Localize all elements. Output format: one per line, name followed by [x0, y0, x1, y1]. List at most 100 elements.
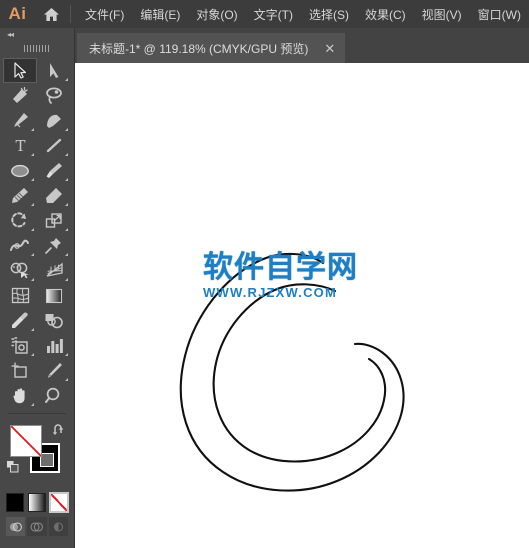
draw-inside-icon — [53, 521, 63, 532]
draw-inside-button[interactable] — [48, 517, 68, 536]
tools-panel: ◂◂ T — [0, 28, 75, 548]
menu-window[interactable]: 窗口(W) — [470, 2, 529, 27]
line-segment-tool[interactable] — [37, 133, 71, 158]
document-tab[interactable]: 未标题-1* @ 119.18% (CMYK/GPU 预览) ✕ — [77, 33, 346, 63]
rotate-tool[interactable] — [3, 208, 37, 233]
pen-icon — [14, 113, 28, 128]
shape-builder-icon — [10, 262, 29, 279]
scale-tool[interactable] — [37, 208, 71, 233]
artboard-icon — [11, 362, 27, 378]
flyout-indicator-icon — [31, 203, 34, 206]
ellipse-icon — [11, 164, 29, 177]
flyout-indicator-icon — [31, 328, 34, 331]
paint-mode-row — [0, 492, 74, 513]
flyout-indicator-icon — [65, 128, 68, 131]
flyout-indicator-icon — [31, 403, 34, 406]
home-icon[interactable] — [35, 7, 68, 22]
blend-tool[interactable] — [37, 308, 71, 333]
type-tool[interactable]: T — [3, 133, 37, 158]
bar-chart-icon — [46, 339, 63, 353]
flyout-indicator-icon — [65, 228, 68, 231]
eraser-tool[interactable] — [37, 183, 71, 208]
shaper-pencil-icon — [12, 188, 28, 203]
shaper-tool[interactable] — [3, 183, 37, 208]
flyout-indicator-icon — [65, 378, 68, 381]
spiral-swirl-path[interactable] — [75, 63, 529, 548]
magic-wand-tool[interactable] — [3, 83, 37, 108]
document-tab-title: 未标题-1* @ 119.18% (CMYK/GPU 预览) — [89, 41, 309, 56]
curvature-tool[interactable] — [37, 108, 71, 133]
menu-type[interactable]: 文字(T) — [246, 2, 301, 27]
draw-normal-button[interactable] — [6, 517, 26, 536]
flyout-indicator-icon — [31, 153, 34, 156]
lasso-icon — [46, 87, 62, 104]
flyout-indicator-icon — [65, 278, 68, 281]
flyout-indicator-icon — [65, 78, 68, 81]
canvas-area[interactable]: 软件自学网 WWW.RJZXW.COM — [75, 63, 529, 548]
grip-lines-icon — [24, 44, 50, 52]
default-fill-stroke-icon[interactable] — [6, 460, 19, 478]
column-graph-tool[interactable] — [37, 333, 71, 358]
perspective-grid-tool[interactable] — [37, 258, 71, 283]
tools-panel-grip[interactable] — [0, 40, 74, 56]
eyedropper-icon — [12, 312, 28, 328]
flyout-indicator-icon — [65, 153, 68, 156]
swap-fill-stroke-icon[interactable] — [52, 423, 65, 441]
hand-tool[interactable] — [3, 383, 37, 408]
mesh-tool[interactable] — [3, 283, 37, 308]
blend-icon — [45, 314, 63, 329]
eraser-icon — [46, 188, 62, 203]
flyout-indicator-icon — [31, 253, 34, 256]
menu-view[interactable]: 视图(V) — [414, 2, 470, 27]
free-transform-tool[interactable] — [37, 233, 71, 258]
direct-arrow-icon — [50, 63, 59, 78]
gradient-tool[interactable] — [37, 283, 71, 308]
gradient-icon — [45, 288, 63, 303]
illustrator-window: Ai 文件(F) 编辑(E) 对象(O) 文字(T) 选择(S) 效果(C) 视… — [0, 0, 529, 548]
magnifier-icon — [45, 387, 60, 403]
ellipse-tool[interactable] — [3, 158, 37, 183]
selection-tool[interactable] — [3, 58, 37, 83]
menu-object[interactable]: 对象(O) — [188, 2, 245, 27]
fill-swatch[interactable] — [10, 425, 42, 457]
slice-tool[interactable] — [37, 358, 71, 383]
width-tool[interactable] — [3, 233, 37, 258]
artboard-tool[interactable] — [3, 358, 37, 383]
paintbrush-tool[interactable] — [37, 158, 71, 183]
collapse-panel-icon[interactable]: ◂◂ — [7, 30, 14, 39]
close-icon[interactable]: ✕ — [320, 42, 339, 55]
menu-bar: Ai 文件(F) 编辑(E) 对象(O) 文字(T) 选择(S) 效果(C) 视… — [0, 0, 529, 28]
draw-normal-icon — [10, 521, 23, 532]
lasso-tool[interactable] — [37, 83, 71, 108]
color-controls — [0, 419, 74, 491]
eyedropper-tool[interactable] — [3, 308, 37, 333]
flyout-indicator-icon — [65, 203, 68, 206]
draw-behind-button[interactable] — [27, 517, 47, 536]
line-segment-icon — [46, 138, 62, 153]
color-swatch-button[interactable] — [6, 493, 24, 512]
none-swatch-button[interactable] — [49, 492, 69, 513]
menu-edit[interactable]: 编辑(E) — [132, 2, 188, 27]
flyout-indicator-icon — [31, 178, 34, 181]
flyout-indicator-icon — [65, 178, 68, 181]
type-t-icon: T — [15, 137, 25, 154]
flyout-indicator-icon — [31, 353, 34, 356]
direct-selection-tool[interactable] — [37, 58, 71, 83]
symbol-sprayer-icon — [10, 337, 28, 354]
draw-behind-icon — [30, 521, 44, 532]
flyout-indicator-icon — [65, 253, 68, 256]
menu-effect[interactable]: 效果(C) — [357, 2, 414, 27]
zoom-tool[interactable] — [37, 383, 71, 408]
document-tab-bar: 未标题-1* @ 119.18% (CMYK/GPU 预览) ✕ — [75, 28, 529, 63]
flyout-indicator-icon — [65, 353, 68, 356]
mesh-icon — [11, 287, 29, 304]
symbol-sprayer-tool[interactable] — [3, 333, 37, 358]
gradient-swatch-button[interactable] — [28, 493, 46, 512]
shape-builder-tool[interactable] — [3, 258, 37, 283]
hand-icon — [13, 388, 25, 404]
rotate-icon — [11, 212, 26, 228]
pen-tool[interactable] — [3, 108, 37, 133]
arrow-cursor-icon — [14, 62, 26, 79]
menu-file[interactable]: 文件(F) — [77, 2, 132, 27]
menu-select[interactable]: 选择(S) — [301, 2, 357, 27]
